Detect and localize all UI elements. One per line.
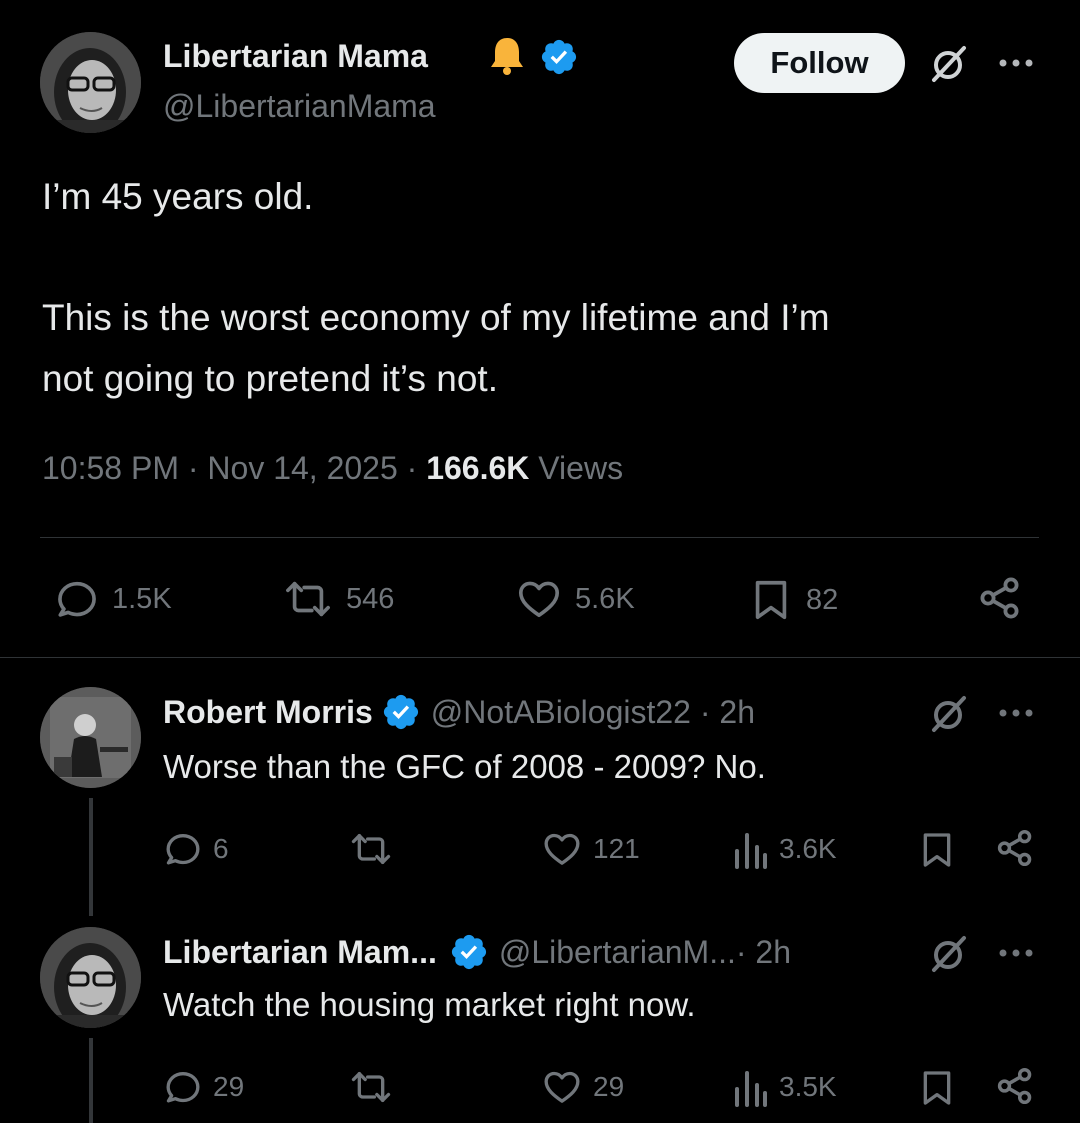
reply-author-handle[interactable]: @NotABiologist22 · 2h (431, 694, 755, 731)
verified-badge-icon (381, 692, 421, 732)
tweet-timestamp[interactable]: 10:58 PM · Nov 14, 2025 · (42, 450, 426, 486)
reply-author-avatar[interactable] (40, 687, 141, 788)
more-icon[interactable] (997, 57, 1037, 69)
reply-text: Worse than the GFC of 2008 - 2009? No. (163, 748, 766, 785)
like-icon (541, 1067, 583, 1107)
verified-badge-icon (539, 37, 579, 77)
reply-icon (54, 576, 100, 622)
author-avatar[interactable] (40, 32, 141, 133)
views-count: 3.5K (779, 1071, 837, 1102)
tweet-text-line-3: not going to pretend it’s not. (42, 358, 498, 399)
like-count: 121 (593, 833, 640, 864)
reply-button[interactable]: 6 (163, 829, 229, 869)
reply-icon (163, 829, 203, 869)
views-count[interactable]: 166.6K (426, 450, 529, 486)
bookmark-icon[interactable] (917, 1067, 957, 1109)
follow-button[interactable]: Follow (734, 33, 905, 93)
views-count: 3.6K (779, 833, 837, 864)
views-label: Views (529, 450, 624, 486)
repost-icon (349, 1067, 393, 1107)
views-button[interactable]: 3.5K (733, 1067, 837, 1107)
repost-count: 546 (346, 582, 395, 615)
views-icon (733, 1067, 769, 1107)
repost-icon (282, 576, 334, 622)
repost-button[interactable] (349, 829, 393, 869)
reply-button[interactable]: 1.5K (54, 576, 172, 622)
divider (40, 537, 1039, 538)
reply-text: Watch the housing market right now. (163, 986, 696, 1023)
reply-count: 1.5K (112, 582, 172, 615)
like-button[interactable]: 5.6K (515, 576, 635, 622)
like-icon (541, 829, 583, 869)
bookmark-icon[interactable] (917, 829, 957, 871)
thread-line (89, 1038, 93, 1123)
like-count: 5.6K (575, 582, 635, 615)
reply-time[interactable]: · 2h (736, 934, 791, 971)
share-icon[interactable] (994, 827, 1036, 869)
repost-button[interactable] (349, 1067, 393, 1107)
reply-header: Libertarian Mam... @LibertarianM... · 2h (163, 932, 791, 972)
bookmark-count: 82 (806, 583, 839, 616)
reply-author-avatar[interactable] (40, 927, 141, 1028)
bell-icon (487, 35, 527, 77)
repost-button[interactable]: 546 (282, 576, 394, 622)
divider (0, 657, 1080, 658)
grok-icon[interactable] (928, 694, 968, 734)
bookmark-button[interactable]: 82 (748, 576, 838, 624)
tweet-text-line-2: This is the worst economy of my lifetime… (42, 297, 830, 338)
views-icon (733, 829, 769, 869)
like-icon (515, 576, 563, 622)
like-count: 29 (593, 1071, 625, 1102)
like-button[interactable]: 29 (541, 1067, 624, 1107)
reply-button[interactable]: 29 (163, 1067, 244, 1107)
grok-icon[interactable] (928, 934, 968, 974)
author-name[interactable]: Libertarian Mama (163, 38, 428, 75)
bookmark-icon (748, 576, 794, 624)
share-icon[interactable] (976, 574, 1024, 622)
reply-count: 6 (213, 833, 229, 864)
tweet-text-line-1: I’m 45 years old. (42, 176, 314, 217)
grok-icon[interactable] (928, 44, 968, 84)
reply-author-handle[interactable]: @LibertarianM... (499, 934, 736, 971)
thread-line (89, 798, 93, 916)
verified-badge-icon (449, 932, 489, 972)
reply-author-name[interactable]: Libertarian Mam... (163, 934, 437, 971)
reply-author-name[interactable]: Robert Morris (163, 694, 373, 731)
more-icon[interactable] (997, 947, 1037, 959)
tweet-meta: 10:58 PM · Nov 14, 2025 · 166.6K Views (42, 450, 623, 487)
more-icon[interactable] (997, 707, 1037, 719)
author-handle[interactable]: @LibertarianMama (163, 88, 436, 125)
share-icon[interactable] (994, 1065, 1036, 1107)
repost-icon (349, 829, 393, 869)
reply-count: 29 (213, 1071, 245, 1102)
reply-header: Robert Morris @NotABiologist22 · 2h (163, 692, 755, 732)
reply-icon (163, 1067, 203, 1107)
views-button[interactable]: 3.6K (733, 829, 837, 869)
like-button[interactable]: 121 (541, 829, 640, 869)
